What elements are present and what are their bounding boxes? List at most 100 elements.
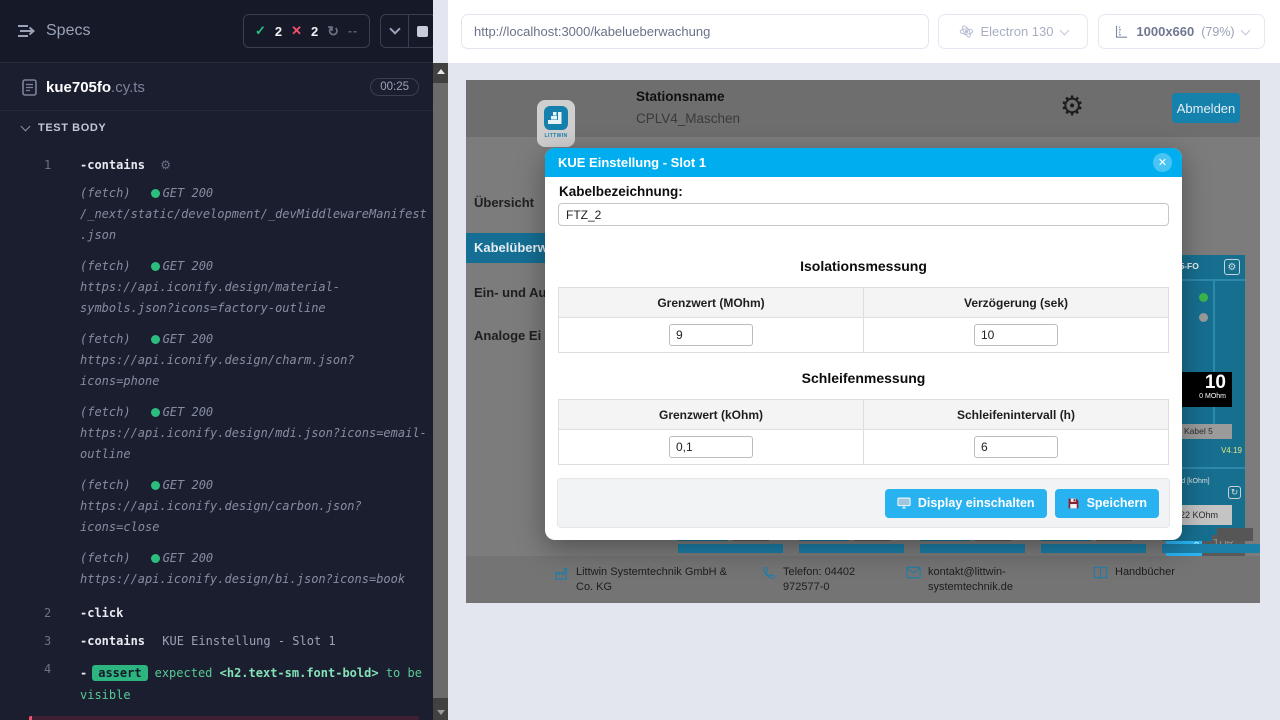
passed-icon: ✓	[255, 23, 266, 39]
logo-text: LITTWIN	[544, 133, 567, 139]
step-number: 3	[44, 634, 51, 648]
command-name: -contains	[80, 158, 145, 172]
log-step-failed[interactable]: 5 -contains ✕ 0	[29, 716, 419, 720]
viewport-selector[interactable]: 1000x660 (79%)	[1098, 14, 1265, 49]
failed-count: 2	[311, 24, 318, 39]
device-gear-icon[interactable]: ⚙	[1224, 259, 1240, 275]
specs-menu-icon[interactable]	[17, 23, 36, 39]
network-request-row[interactable]: (fetch)GET 200 https://api.iconify.desig…	[0, 548, 433, 590]
command-name: -contains	[80, 634, 145, 648]
route-gear-icon: ⚙	[160, 158, 171, 172]
assert-badge: assert	[92, 665, 147, 681]
save-button[interactable]: Speichern	[1055, 489, 1159, 518]
log-step-contains-2[interactable]: 3 -contains KUE Einstellung - Slot 1	[0, 634, 433, 649]
reporter-header: Specs ✓ 2 ✕ 2 ↻ --	[0, 0, 433, 63]
test-body-label: TEST BODY	[38, 122, 106, 134]
log-step-contains-1[interactable]: 1 -contains ⚙	[0, 158, 433, 173]
isolation-section-title: Isolationsmessung	[545, 258, 1182, 274]
command-argument: KUE Einstellung - Slot 1	[162, 634, 335, 648]
column-header: Schleifenintervall (h)	[863, 400, 1168, 429]
footer-company: Littwin Systemtechnik GmbH & Co. KG	[554, 565, 736, 595]
step-number: 4	[44, 662, 51, 676]
arrow-up-icon	[437, 69, 445, 74]
aut-toolbar: Electron 130 1000x660 (79%)	[448, 0, 1280, 63]
assert-message: expected	[155, 666, 213, 680]
settings-gear-icon[interactable]: ⚙	[1060, 93, 1084, 120]
status-dot-icon	[151, 335, 160, 344]
status-dot-icon	[151, 408, 160, 417]
scroll-up-button[interactable]	[433, 63, 448, 79]
chevron-down-icon	[21, 122, 31, 132]
book-icon	[1093, 566, 1108, 580]
log-step-assert[interactable]: 4 -assertexpected <h2.text-sm.font-bold>…	[0, 662, 433, 706]
request-url: https://api.iconify.design/carbon.json?i…	[80, 496, 427, 538]
failed-icon: ✕	[291, 23, 302, 39]
test-body-section[interactable]: TEST BODY	[0, 111, 433, 145]
logout-button[interactable]: Abmelden	[1172, 93, 1240, 123]
modal-title: KUE Einstellung - Slot 1	[558, 155, 706, 170]
loop-table: Grenzwert (kOhm) Schleifenintervall (h)	[558, 399, 1169, 465]
cable-designation-label: Kabelbezeichnung:	[559, 184, 683, 199]
network-request-row[interactable]: (fetch)GET 200 https://api.iconify.desig…	[0, 402, 433, 465]
scrollbar-thumb[interactable]	[433, 83, 448, 698]
status-dot-icon	[151, 554, 160, 563]
isolation-table: Grenzwert (MOhm) Verzögerung (sek)	[558, 287, 1169, 353]
ruler-icon	[1114, 24, 1129, 39]
save-floppy-icon	[1067, 497, 1080, 510]
status-dot-icon	[151, 189, 160, 198]
request-url: https://api.iconify.design/bi.json?icons…	[80, 569, 427, 590]
status-dot-icon	[151, 262, 160, 271]
close-icon[interactable]: ✕	[1153, 153, 1172, 172]
viewport-size: 1000x660	[1136, 24, 1194, 39]
footer-manuals[interactable]: Handbücher	[1093, 565, 1175, 580]
column-header: Verzögerung (sek)	[863, 288, 1168, 317]
spec-file-icon	[22, 79, 37, 96]
app-header: Stationsname CPLV4_Maschen ⚙ Abmelden	[466, 80, 1260, 137]
collapse-button[interactable]	[381, 15, 408, 47]
littwin-logo: LITTWIN	[537, 100, 575, 147]
request-url: /_next/static/development/_devMiddleware…	[80, 204, 427, 246]
chevron-down-icon	[389, 23, 400, 34]
firmware-version: V4.19	[1221, 446, 1242, 455]
loop-intervall-input[interactable]	[974, 436, 1058, 458]
network-request-row[interactable]: (fetch)GET 200 https://api.iconify.desig…	[0, 329, 433, 392]
command-log: 1 -contains ⚙ (fetch)GET 200 /_next/stat…	[0, 145, 433, 720]
cypress-reporter: Specs ✓ 2 ✕ 2 ↻ -- kue705fo.cy.ts 00:25 …	[0, 0, 433, 720]
browser-name: Electron 130	[981, 24, 1054, 39]
request-status: GET 200	[163, 259, 214, 273]
app-footer: Littwin Systemtechnik GmbH & Co. KG Tele…	[466, 556, 1260, 603]
column-header: Grenzwert (MOhm)	[559, 288, 863, 317]
assert-selector: <h2.text-sm.font-bold>	[220, 666, 379, 680]
column-header: Grenzwert (kOhm)	[559, 400, 863, 429]
request-status: GET 200	[163, 478, 214, 492]
network-request-row[interactable]: (fetch)GET 200 https://api.iconify.desig…	[0, 475, 433, 538]
spec-duration-badge: 00:25	[370, 78, 419, 96]
request-url: https://api.iconify.design/mdi.json?icon…	[80, 423, 427, 465]
scroll-down-button[interactable]	[433, 704, 448, 720]
step-number: 2	[44, 606, 51, 620]
loop-section-title: Schleifenmessung	[545, 370, 1182, 386]
specs-title[interactable]: Specs	[46, 22, 90, 40]
spec-file-row[interactable]: kue705fo.cy.ts 00:25	[0, 64, 433, 111]
log-step-click[interactable]: 2 -click	[0, 606, 433, 621]
reporter-scrollbar[interactable]	[433, 63, 448, 720]
modal-footer: Display einschalten Speichern	[557, 478, 1170, 528]
step-number: 1	[44, 158, 51, 172]
pending-count: --	[348, 24, 358, 38]
iso-verzoegerung-input[interactable]	[974, 324, 1058, 346]
refresh-icon[interactable]: ↻	[1228, 486, 1241, 499]
run-controls	[380, 14, 433, 48]
cable-designation-input[interactable]	[558, 203, 1169, 226]
iso-grenzwert-input[interactable]	[669, 324, 753, 346]
network-request-row[interactable]: (fetch)GET 200 https://api.iconify.desig…	[0, 256, 433, 319]
kue-app: Stationsname CPLV4_Maschen ⚙ Abmelden LI…	[466, 80, 1260, 603]
display-on-button[interactable]: Display einschalten	[885, 489, 1047, 518]
browser-selector[interactable]: Electron 130	[938, 14, 1088, 49]
modal-header: KUE Einstellung - Slot 1 ✕	[545, 148, 1182, 177]
url-input[interactable]	[461, 14, 929, 49]
stop-button[interactable]	[408, 15, 433, 47]
network-request-row[interactable]: (fetch)GET 200 /_next/static/development…	[0, 183, 433, 246]
loop-grenzwert-input[interactable]	[669, 436, 753, 458]
factory-icon	[554, 566, 569, 581]
station-name: CPLV4_Maschen	[636, 111, 740, 126]
